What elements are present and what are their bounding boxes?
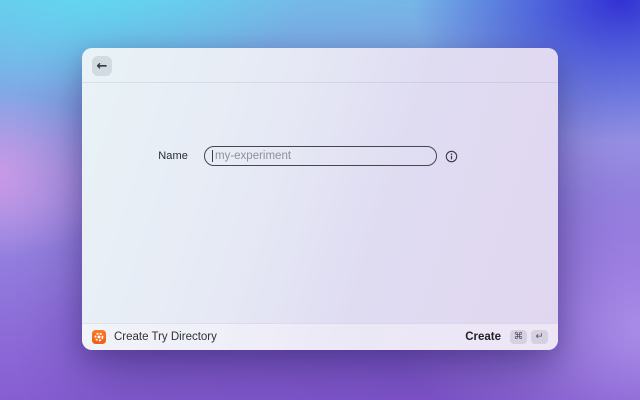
name-field-label: Name (158, 150, 188, 162)
extension-title: Create Try Directory (114, 331, 217, 343)
action-bar: Create Try Directory Create ⌘ ↵ (82, 323, 558, 350)
name-input[interactable] (204, 146, 437, 166)
enter-key-icon: ↵ (531, 330, 548, 344)
back-button[interactable]: ← (92, 56, 112, 76)
info-icon[interactable] (445, 150, 458, 163)
name-input-wrap (204, 146, 437, 166)
create-action-label: Create (465, 331, 501, 343)
gear-icon (92, 330, 106, 344)
window-header: ← (82, 48, 558, 83)
cmd-key-icon: ⌘ (510, 330, 527, 344)
raycast-window: ← Name my-experiment Create Try Director… (82, 48, 558, 350)
desktop-background: ← Name my-experiment Create Try Director… (0, 0, 640, 400)
name-field-row: Name (82, 146, 558, 166)
create-action[interactable]: Create ⌘ ↵ (465, 330, 548, 344)
extension-info: Create Try Directory (92, 330, 465, 344)
text-cursor (212, 150, 213, 162)
back-arrow-icon: ← (96, 58, 108, 74)
